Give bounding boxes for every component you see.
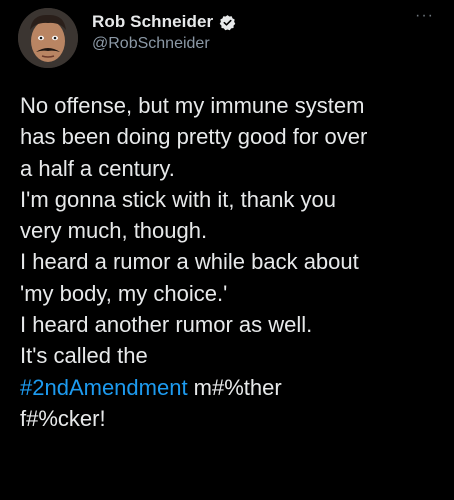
avatar[interactable] — [18, 8, 78, 68]
author-name-row: Rob Schneider — [92, 12, 236, 32]
tweet-line: very much, though. — [20, 218, 208, 244]
tweet-line: No offense, but my immune system — [20, 93, 365, 118]
author-handle[interactable]: @RobSchneider — [92, 35, 210, 53]
tweet-line: 'my body, my choice.' — [20, 280, 228, 306]
tweet-line: I heard a rumor a while back about — [20, 249, 359, 275]
tweet-line: a half a century. — [20, 155, 175, 181]
author-display-name[interactable]: Rob Schneider — [92, 12, 213, 32]
verified-badge-icon — [219, 14, 236, 31]
tweet-line: f#%cker! — [20, 405, 106, 431]
tweet-line: It's called the — [20, 343, 148, 369]
tweet-line-hashtag: #2ndAmendment m#%ther — [20, 372, 440, 403]
hashtag-link[interactable]: #2ndAmendment — [20, 375, 188, 400]
tweet-line: I heard another rumor as well. — [20, 312, 313, 338]
tweet-text: No offense, but my immune system has bee… — [20, 90, 440, 434]
tweet-line-continuation: m#%ther — [187, 374, 282, 400]
avatar-image — [18, 8, 78, 68]
tweet-line: has been doing pretty good for over — [20, 124, 368, 150]
tweet-line: I'm gonna stick with it, thank you — [20, 186, 337, 212]
more-options-icon[interactable]: ··· — [415, 8, 434, 24]
tweet-card: Rob Schneider @RobSchneider ··· No offen… — [0, 0, 454, 500]
